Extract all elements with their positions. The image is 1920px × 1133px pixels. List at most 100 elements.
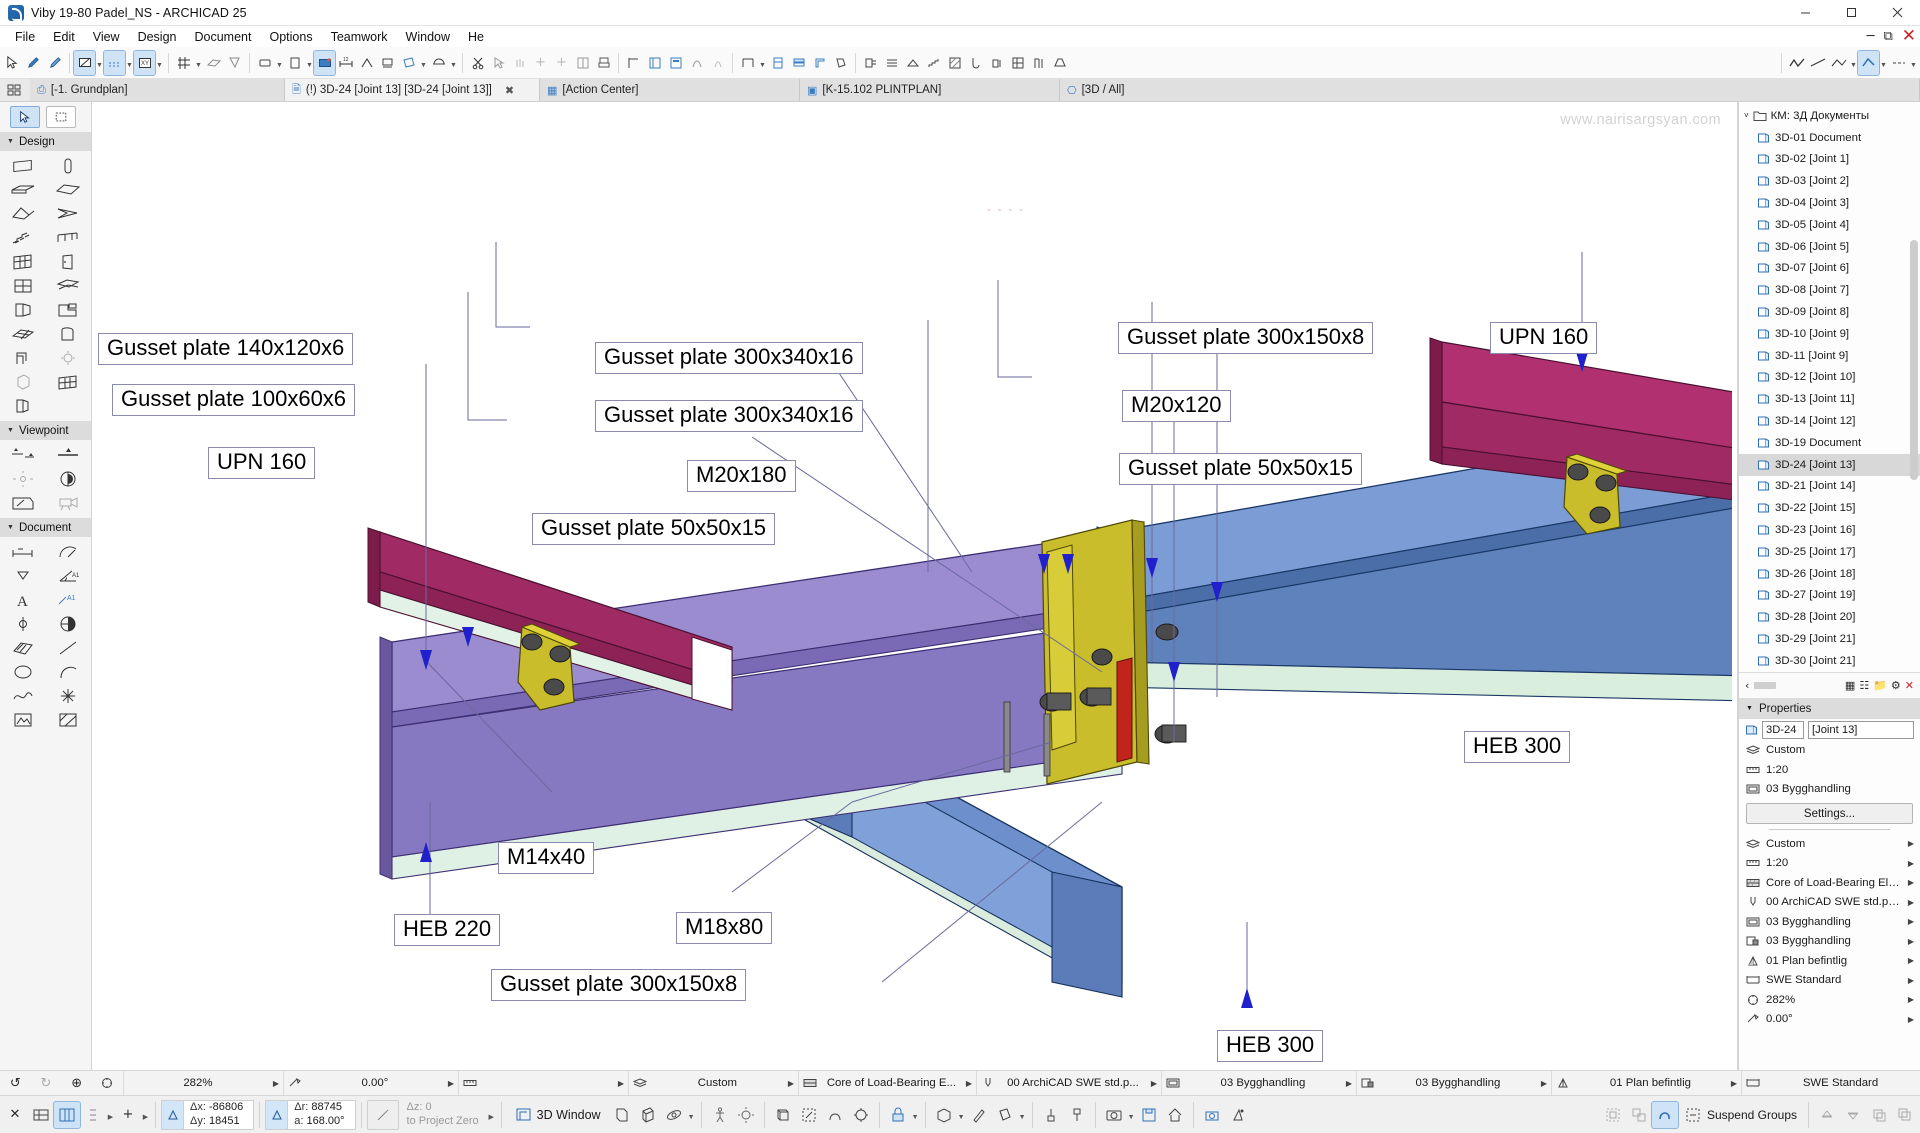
nav-item-3d-01[interactable]: 3D-01 Document xyxy=(1739,127,1920,149)
door-tool-icon[interactable] xyxy=(46,250,92,274)
nav-item-3d-14[interactable]: 3D-14 [Joint 12] xyxy=(1739,410,1920,432)
label-m18x80[interactable]: M18x80 xyxy=(676,912,773,944)
list-icon[interactable] xyxy=(881,51,902,75)
roof-tool-icon[interactable] xyxy=(0,202,46,226)
wall-connect-icon[interactable] xyxy=(737,51,758,75)
magic-wand-icon[interactable] xyxy=(73,49,96,76)
add-snap-dropdown-icon[interactable]: ▶ xyxy=(141,1103,150,1127)
morph-tool-icon[interactable] xyxy=(46,322,92,346)
polyline-dropdown-icon[interactable]: ▼ xyxy=(1849,51,1858,75)
arrow-tool-button[interactable] xyxy=(10,106,40,128)
window-tool-icon[interactable] xyxy=(0,274,46,298)
status-layer[interactable]: Custom ▶ xyxy=(629,1070,799,1096)
chevron-right-icon[interactable]: ▶ xyxy=(1908,995,1914,1004)
snap-options-icon[interactable] xyxy=(80,1102,106,1128)
label-heb-220[interactable]: HEB 220 xyxy=(394,914,501,946)
photo-render-icon[interactable] xyxy=(1199,1102,1225,1128)
line-thin-icon[interactable] xyxy=(1807,51,1828,75)
align-view-icon[interactable] xyxy=(848,1102,874,1128)
wall-tool-icon[interactable] xyxy=(0,154,46,178)
label-upn-160-right[interactable]: UPN 160 xyxy=(1490,322,1598,354)
dash-dropdown-icon[interactable]: ▼ xyxy=(1909,51,1918,75)
nav-item-3d-30[interactable]: 3D-30 [Joint 21] xyxy=(1739,650,1920,672)
label-icon[interactable] xyxy=(377,51,398,75)
guideline-dropdown-icon[interactable]: ▼ xyxy=(125,51,134,75)
navigator-tree[interactable]: ˅ КМ: 3Д Документы 3D-01 Document 3D-02 … xyxy=(1739,102,1920,672)
zone-tool-icon[interactable] xyxy=(46,298,92,322)
ungroup-elements-icon[interactable] xyxy=(1626,1102,1652,1128)
status-model-view[interactable]: 03 Bygghandling ▶ xyxy=(1162,1070,1357,1096)
guideline-icon[interactable] xyxy=(103,49,126,76)
menu-teamwork[interactable]: Teamwork xyxy=(322,28,397,46)
settings-button[interactable]: Settings... xyxy=(1746,803,1913,825)
elevation-dropdown-icon[interactable]: ▼ xyxy=(275,51,284,75)
nav-item-3d-22[interactable]: 3D-22 [Joint 15] xyxy=(1739,497,1920,519)
3d-styles-icon[interactable] xyxy=(822,1102,848,1128)
pen-color-dropdown-icon[interactable]: ▼ xyxy=(1879,51,1888,75)
status-dimension-style[interactable]: SWE Standard xyxy=(1742,1071,1920,1096)
copy-icon[interactable] xyxy=(488,51,509,75)
skylight-tool-icon[interactable] xyxy=(46,274,92,298)
align-left-icon[interactable] xyxy=(623,51,644,75)
nav-item-3d-29[interactable]: 3D-29 [Joint 21] xyxy=(1739,628,1920,650)
chevron-right-icon[interactable]: ▶ xyxy=(1541,1079,1547,1088)
nav-root-folder[interactable]: ˅ КМ: 3Д Документы xyxy=(1739,105,1920,127)
worksheet-tool-icon[interactable] xyxy=(46,467,92,491)
solid-ops-dropdown-icon[interactable]: ▼ xyxy=(957,1103,966,1127)
label-gusset-300x150-a[interactable]: Gusset plate 300x150x8 xyxy=(1118,322,1374,354)
nav-item-3d-23[interactable]: 3D-23 [Joint 16] xyxy=(1739,519,1920,541)
3d-grid-toggle-icon[interactable] xyxy=(28,1102,54,1128)
zone-dropdown-icon[interactable]: ▼ xyxy=(419,51,428,75)
menu-help[interactable]: He xyxy=(459,28,493,46)
composite-icon[interactable] xyxy=(788,51,809,75)
nav-item-3d-05[interactable]: 3D-05 [Joint 4] xyxy=(1739,214,1920,236)
hotlink-tool-icon[interactable] xyxy=(46,684,92,708)
fill-tool-icon[interactable] xyxy=(0,636,46,660)
attribute-pen-row[interactable]: 00 ArchiCAD SWE std.pennor (... ▶ xyxy=(1739,893,1920,913)
paste-icon[interactable] xyxy=(509,51,530,75)
column-grid-icon[interactable] xyxy=(1028,51,1049,75)
shell-tool-icon[interactable] xyxy=(46,202,92,226)
orbit-icon[interactable] xyxy=(661,1102,687,1128)
attribute-renovation-row[interactable]: 03 Bygghandling ▶ xyxy=(1739,932,1920,952)
3d-cutting-planes-icon[interactable] xyxy=(770,1102,796,1128)
tab-3d-all[interactable]: ⎔ [3D / All] xyxy=(1060,79,1920,101)
label-gusset-300x340-b[interactable]: Gusset plate 300x340x16 xyxy=(595,400,863,432)
status-pen-set[interactable]: 00 ArchiCAD SWE std.p... ▶ xyxy=(977,1070,1162,1096)
tab-grid-view-icon[interactable] xyxy=(0,79,30,101)
circle-tool-icon[interactable] xyxy=(0,660,46,684)
menu-close-doc-icon[interactable]: ✕ xyxy=(1902,28,1916,45)
label-gusset-50x50-a[interactable]: Gusset plate 50x50x15 xyxy=(532,513,776,545)
suspend-groups-toggle-icon[interactable] xyxy=(1650,1100,1679,1129)
chevron-right-icon[interactable]: ▶ xyxy=(1908,917,1914,926)
section-fill-tool-icon[interactable] xyxy=(46,708,92,732)
nav-item-3d-11[interactable]: 3D-11 [Joint 9] xyxy=(1739,345,1920,367)
sun-dropdown-icon[interactable]: ▼ xyxy=(449,51,458,75)
coordinate-box-xy[interactable]: Δx: -86806 Δy: 18451 xyxy=(161,1099,255,1130)
print-icon[interactable] xyxy=(593,51,614,75)
maximize-button[interactable] xyxy=(1828,0,1874,26)
scrollbar-thumb[interactable] xyxy=(1910,240,1918,480)
menu-options[interactable]: Options xyxy=(260,28,321,46)
3d-marquee-icon[interactable] xyxy=(796,1102,822,1128)
nav-item-3d-12[interactable]: 3D-12 [Joint 10] xyxy=(1739,367,1920,389)
mesh-tool-icon[interactable] xyxy=(0,322,46,346)
beam-tool-icon[interactable] xyxy=(0,178,46,202)
surface-painter-icon[interactable] xyxy=(992,1102,1018,1128)
chevron-down-icon[interactable]: ˅ xyxy=(1744,111,1749,120)
status-renovation-filter[interactable]: 03 Bygghandling ▶ xyxy=(1357,1070,1552,1096)
profile-manager-icon[interactable] xyxy=(809,51,830,75)
new-view-icon[interactable]: ▦ xyxy=(1845,680,1855,691)
magic-wand-dropdown-icon[interactable]: ▼ xyxy=(95,51,104,75)
energy-icon[interactable] xyxy=(986,51,1007,75)
line-style-icon[interactable] xyxy=(1786,51,1807,75)
coordinate-system-icon[interactable]: XY xyxy=(133,49,156,76)
add-snap-point-icon[interactable]: + xyxy=(115,1102,141,1128)
grid-snap-icon[interactable] xyxy=(173,51,194,75)
coordinate-dropdown-icon[interactable]: ▼ xyxy=(155,51,164,75)
walkthrough-icon[interactable] xyxy=(707,1102,733,1128)
chevron-right-icon[interactable]: ▶ xyxy=(1908,956,1914,965)
chevron-right-icon[interactable]: ▶ xyxy=(1908,1015,1914,1024)
menu-view[interactable]: View xyxy=(84,28,129,46)
level-dimension-tool-icon[interactable] xyxy=(0,564,46,588)
